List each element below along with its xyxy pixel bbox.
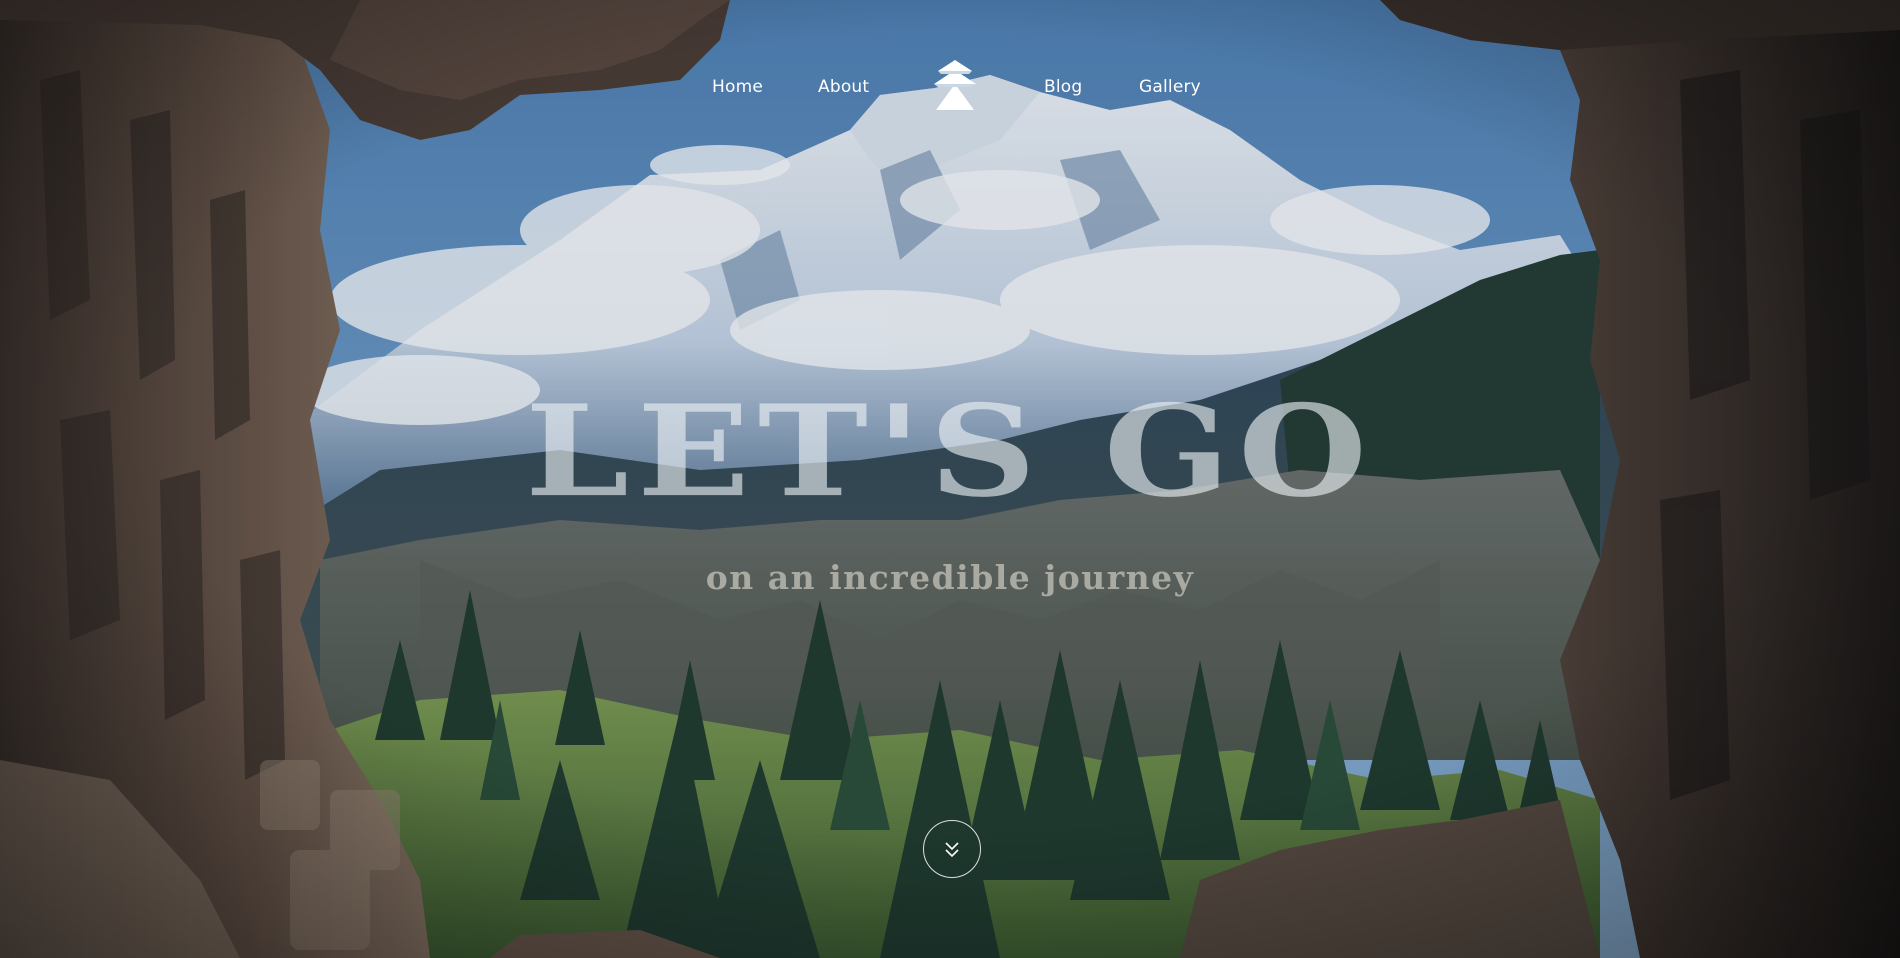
pine-tree-logo-icon[interactable] [922, 58, 988, 112]
nav-link-blog[interactable]: Blog [1044, 77, 1082, 97]
hero-subheadline: on an incredible journey [705, 558, 1195, 597]
main-nav: Home About Blog Gallery [0, 55, 1900, 115]
nav-link-home[interactable]: Home [712, 77, 763, 97]
hero-headline: LET'S GO [524, 376, 1376, 525]
scroll-down-button[interactable] [923, 820, 981, 878]
nav-link-gallery[interactable]: Gallery [1139, 77, 1201, 97]
nav-link-about[interactable]: About [818, 77, 869, 97]
double-chevron-down-icon [945, 842, 959, 858]
